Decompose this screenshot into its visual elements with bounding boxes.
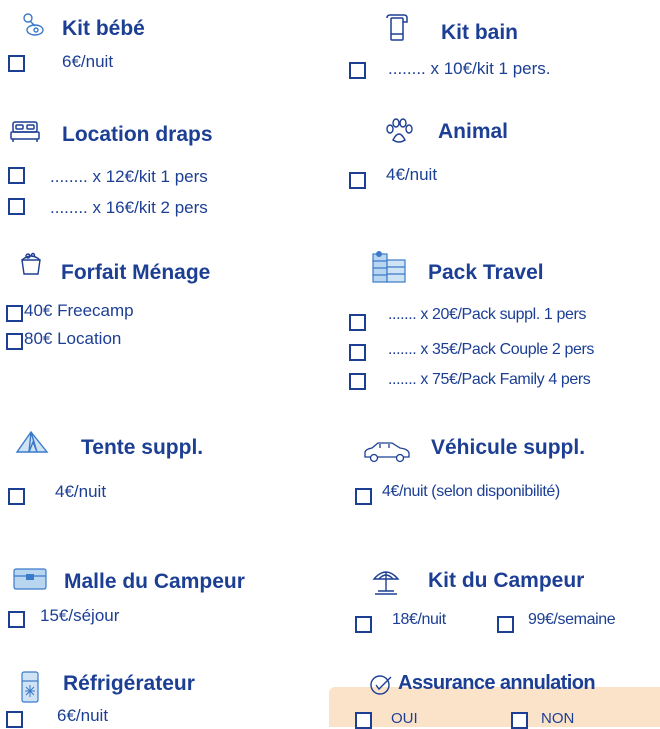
assurance-non-label: NON [541,710,575,727]
refrigerateur-title: Réfrigérateur [63,672,195,695]
tente-price: 4€/nuit [55,482,107,501]
forfait-menage-title: Forfait Ménage [61,261,211,284]
vehicule-checkbox[interactable] [355,488,372,505]
draps-1-pers-price: ........ x 12€/kit 1 pers [50,167,208,186]
tente-checkbox[interactable] [8,488,25,505]
refrigerateur-price: 6€/nuit [57,706,109,725]
bed-icon [10,120,40,144]
car-icon [362,440,412,464]
animal-title: Animal [438,120,509,143]
location-draps-title: Location draps [62,123,213,146]
kit-bebe-title: Kit bébé [62,17,145,40]
paw-icon [384,118,414,146]
kit-campeur-semaine-checkbox[interactable] [497,616,514,633]
menage-freecamp-checkbox[interactable] [6,305,23,322]
pacifier-icon [21,12,45,40]
menage-freecamp-price: 40€ Freecamp [24,301,134,320]
check-circle-icon [369,673,393,697]
pack-couple-checkbox[interactable] [349,344,366,361]
kit-campeur-nuit-price: 18€/nuit [392,611,446,628]
malle-checkbox[interactable] [8,611,25,628]
menage-location-price: 80€ Location [24,329,122,348]
assurance-oui-label: OUI [391,710,418,727]
malle-price: 15€/séjour [40,606,120,625]
kit-bebe-price: 6€/nuit [62,52,114,71]
trunk-icon [13,568,47,590]
laundry-pack-icon [371,250,407,284]
pack-1-pers-price: ....... x 20€/Pack suppl. 1 pers [388,306,586,323]
towel-icon [385,14,409,44]
menage-location-checkbox[interactable] [6,333,23,350]
assurance-oui-checkbox[interactable] [355,712,372,729]
draps-2-pers-price: ........ x 16€/kit 2 pers [50,198,208,217]
kit-bain-price: ........ x 10€/kit 1 pers. [388,59,551,78]
pack-travel-title: Pack Travel [428,261,544,284]
assurance-title: Assurance annulation [398,672,596,694]
pack-couple-price: ....... x 35€/Pack Couple 2 pers [388,341,594,358]
draps-2-pers-checkbox[interactable] [8,198,25,215]
draps-1-pers-checkbox[interactable] [8,167,25,184]
tente-title: Tente suppl. [81,436,204,459]
kit-campeur-semaine-price: 99€/semaine [528,611,616,628]
kit-campeur-nuit-checkbox[interactable] [355,616,372,633]
pack-family-checkbox[interactable] [349,373,366,390]
fridge-icon [21,671,39,703]
pack-family-price: ....... x 75€/Pack Family 4 pers [388,371,591,388]
vehicule-title: Véhicule suppl. [431,436,586,459]
cleaning-bucket-icon [19,252,43,276]
malle-title: Malle du Campeur [64,570,245,593]
animal-price: 4€/nuit [386,165,438,184]
refrigerateur-checkbox[interactable] [6,711,23,728]
kit-bain-checkbox[interactable] [349,62,366,79]
kit-campeur-title: Kit du Campeur [428,569,585,592]
parasol-icon [371,567,401,597]
assurance-non-checkbox[interactable] [511,712,528,729]
vehicule-price: 4€/nuit (selon disponibilité) [382,483,560,500]
animal-checkbox[interactable] [349,172,366,189]
tent-icon [15,430,49,458]
kit-bebe-checkbox[interactable] [8,55,25,72]
pack-1-pers-checkbox[interactable] [349,314,366,331]
kit-bain-title: Kit bain [441,21,518,44]
